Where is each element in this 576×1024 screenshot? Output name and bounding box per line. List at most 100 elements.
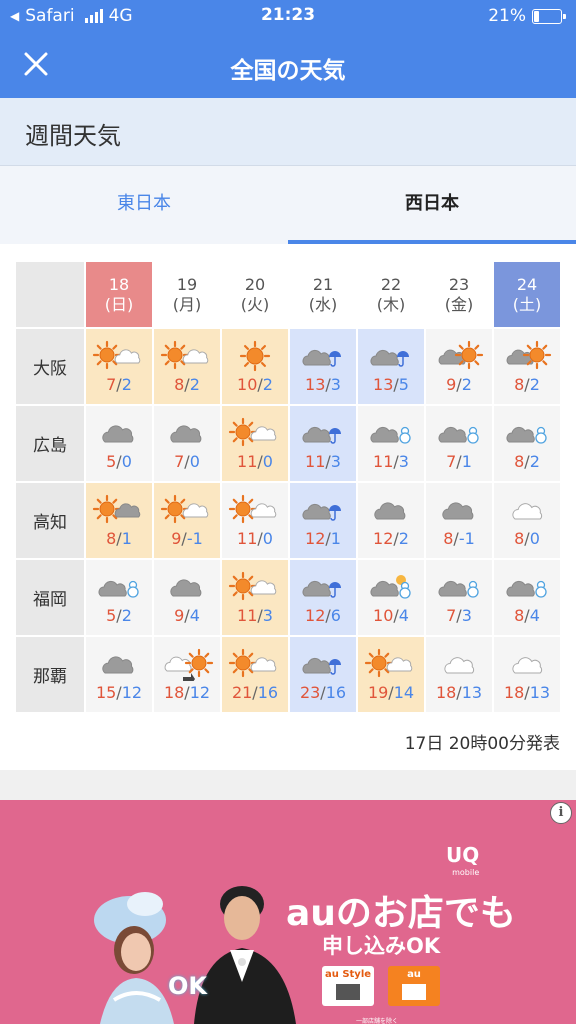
forecast-cell[interactable]: 8/2 (494, 406, 560, 481)
forecast-cell[interactable]: 11/0 (222, 406, 288, 481)
temp-low: 2 (121, 375, 132, 394)
temp-high: 19 (367, 683, 389, 702)
temperature: 21/16 (222, 683, 288, 702)
cloud-icon (426, 493, 492, 527)
temperature: 12/1 (290, 529, 356, 548)
forecast-cell[interactable]: 18/13 (494, 637, 560, 712)
temp-low: 0 (262, 529, 273, 548)
temperature: 12/2 (358, 529, 424, 548)
forecast-cell[interactable]: 9/-1 (154, 483, 220, 558)
temp-low: 12 (121, 683, 143, 702)
cloud-icon (86, 416, 152, 450)
cloud-snow-icon (494, 416, 560, 450)
temp-low: -1 (458, 529, 475, 548)
day-weekday: (土) (512, 294, 542, 314)
temp-low: 1 (461, 452, 472, 471)
day-header: 22 (木) (358, 262, 424, 327)
sun-cloud-icon (222, 493, 288, 527)
temp-low: 2 (398, 529, 409, 548)
forecast-cell[interactable]: 8/-1 (426, 483, 492, 558)
temp-high: 8 (514, 606, 525, 625)
forecast-cell[interactable]: 23/16 (290, 637, 356, 712)
forecast-cell[interactable]: 15/12 (86, 637, 152, 712)
forecast-cell[interactable]: 9/2 (426, 329, 492, 404)
day-header: 19 (月) (154, 262, 220, 327)
day-header: 21 (水) (290, 262, 356, 327)
ad-info-icon[interactable]: i (550, 802, 572, 824)
temp-high: 18 (163, 683, 185, 702)
forecast-cell[interactable]: 11/3 (222, 560, 288, 635)
city-row: 広島 5/0 7/0 11/0 11/3 11/3 7/1 8/2 (16, 406, 560, 481)
temp-low: 1 (330, 529, 341, 548)
forecast-cell[interactable]: 21/16 (222, 637, 288, 712)
temp-high: 8 (443, 529, 454, 548)
forecast-cell[interactable]: 12/1 (290, 483, 356, 558)
forecast-cell[interactable]: 8/4 (494, 560, 560, 635)
forecast-cell[interactable]: 11/0 (222, 483, 288, 558)
temperature: 7/3 (426, 606, 492, 625)
temp-low: 3 (461, 606, 472, 625)
forecast-cell[interactable]: 5/2 (86, 560, 152, 635)
ad-subline: 申し込みOK (322, 934, 441, 958)
temp-high: 7 (106, 375, 117, 394)
temp-high: 9 (446, 375, 457, 394)
forecast-cell[interactable]: 18/13 (426, 637, 492, 712)
temp-low: 3 (262, 606, 273, 625)
forecast-cell[interactable]: 8/2 (494, 329, 560, 404)
city-name[interactable]: 広島 (16, 406, 84, 481)
temp-high: 11 (373, 452, 394, 471)
city-name[interactable]: 那覇 (16, 637, 84, 712)
temp-high: 9 (174, 606, 185, 625)
city-name[interactable]: 高知 (16, 483, 84, 558)
sun-cloud-dark-icon (86, 493, 152, 527)
day-date: 23 (448, 274, 470, 294)
temperature: 8/2 (494, 452, 560, 471)
forecast-cell[interactable]: 19/14 (358, 637, 424, 712)
city-name[interactable]: 福岡 (16, 560, 84, 635)
temperature: 11/0 (222, 529, 288, 548)
temp-low: 3 (330, 452, 341, 471)
temperature: 15/12 (86, 683, 152, 702)
forecast-cell[interactable]: 18/12 (154, 637, 220, 712)
temp-high: 8 (106, 529, 117, 548)
forecast-cell[interactable]: 12/6 (290, 560, 356, 635)
temperature: 8/4 (494, 606, 560, 625)
temp-low: 0 (262, 452, 273, 471)
forecast-cell[interactable]: 8/1 (86, 483, 152, 558)
temp-high: 23 (299, 683, 321, 702)
cloud-snow-icon (86, 570, 152, 604)
forecast-cell[interactable]: 7/2 (86, 329, 152, 404)
forecast-cell[interactable]: 8/0 (494, 483, 560, 558)
temp-high: 12 (305, 529, 326, 548)
temp-low: 16 (257, 683, 279, 702)
forecast-cell[interactable]: 12/2 (358, 483, 424, 558)
forecast-cell[interactable]: 7/0 (154, 406, 220, 481)
store-label: au (407, 969, 421, 980)
city-name[interactable]: 大阪 (16, 329, 84, 404)
forecast-cell[interactable]: 13/5 (358, 329, 424, 404)
sun-cloud-icon (154, 339, 220, 373)
forecast-cell[interactable]: 10/4 (358, 560, 424, 635)
forecast-cell[interactable]: 11/3 (290, 406, 356, 481)
day-date: 19 (176, 274, 198, 294)
forecast-cell[interactable]: 7/3 (426, 560, 492, 635)
day-header: 23 (金) (426, 262, 492, 327)
temperature: 8/2 (154, 375, 220, 394)
advertisement-banner[interactable]: i OK UQ mobile auのお店でも 申し込みOK au Style au… (0, 800, 576, 1024)
temperature: 10/2 (222, 375, 288, 394)
forecast-cell[interactable]: 10/2 (222, 329, 288, 404)
forecast-cell[interactable]: 9/4 (154, 560, 220, 635)
forecast-cell[interactable]: 11/3 (358, 406, 424, 481)
forecast-cell[interactable]: 7/1 (426, 406, 492, 481)
forecast-cell[interactable]: 5/0 (86, 406, 152, 481)
day-weekday: (日) (104, 294, 134, 314)
tab-east-japan[interactable]: 東日本 (0, 166, 288, 244)
forecast-cell[interactable]: 13/3 (290, 329, 356, 404)
tab-west-japan[interactable]: 西日本 (288, 166, 576, 244)
temp-high: 8 (514, 529, 525, 548)
temp-low: 6 (330, 606, 341, 625)
city-row: 福岡 5/2 9/4 11/3 12/6 10/4 7/3 8/4 (16, 560, 560, 635)
temp-high: 5 (106, 606, 117, 625)
temp-low: 0 (189, 452, 200, 471)
forecast-cell[interactable]: 8/2 (154, 329, 220, 404)
